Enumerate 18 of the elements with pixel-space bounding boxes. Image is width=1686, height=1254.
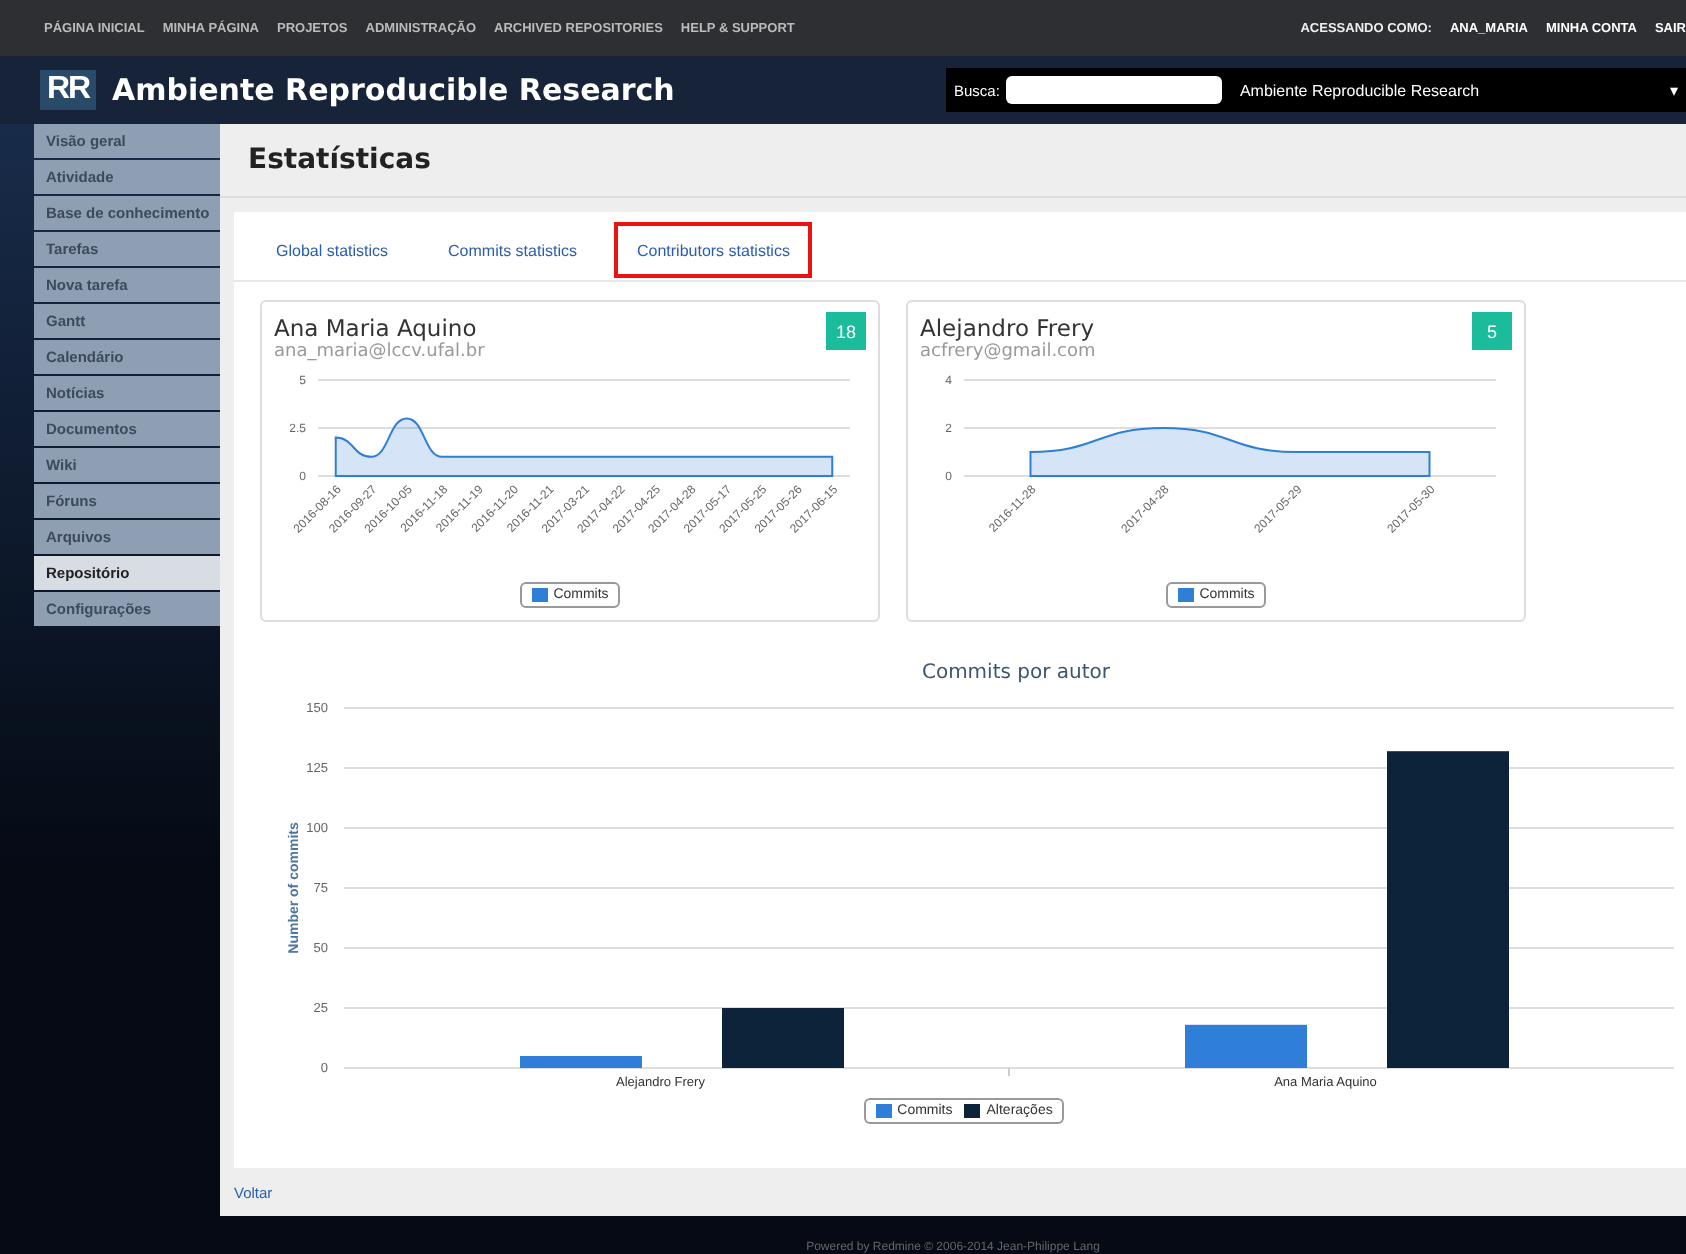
commit-count: 18 [826, 312, 866, 350]
search-field[interactable] [1005, 76, 1222, 104]
tab[interactable]: Global statistics [254, 222, 411, 278]
page-title: Estatísticas [220, 124, 1686, 198]
bar [520, 1056, 642, 1068]
tab[interactable]: Commits statistics [426, 222, 599, 278]
project-select[interactable]: Ambiente Reproducible Research ▾ [1227, 81, 1686, 99]
logo: RR [40, 70, 96, 110]
chart-title: Commits por autor [921, 662, 1111, 684]
bar [722, 1008, 844, 1068]
bar [1185, 1024, 1307, 1068]
contributor-name: Alejandro Frery [920, 314, 1094, 342]
contributor-email: acfrery@gmail.com [920, 342, 1096, 362]
tab[interactable]: Contributors statistics [614, 222, 812, 278]
contributor-name: Ana Maria Aquino [274, 314, 477, 342]
contributor-email: ana_maria@lccv.ufal.br [274, 342, 485, 362]
commit-count: 5 [1472, 312, 1512, 350]
project-title: Ambiente Reproducible Research [112, 72, 675, 108]
